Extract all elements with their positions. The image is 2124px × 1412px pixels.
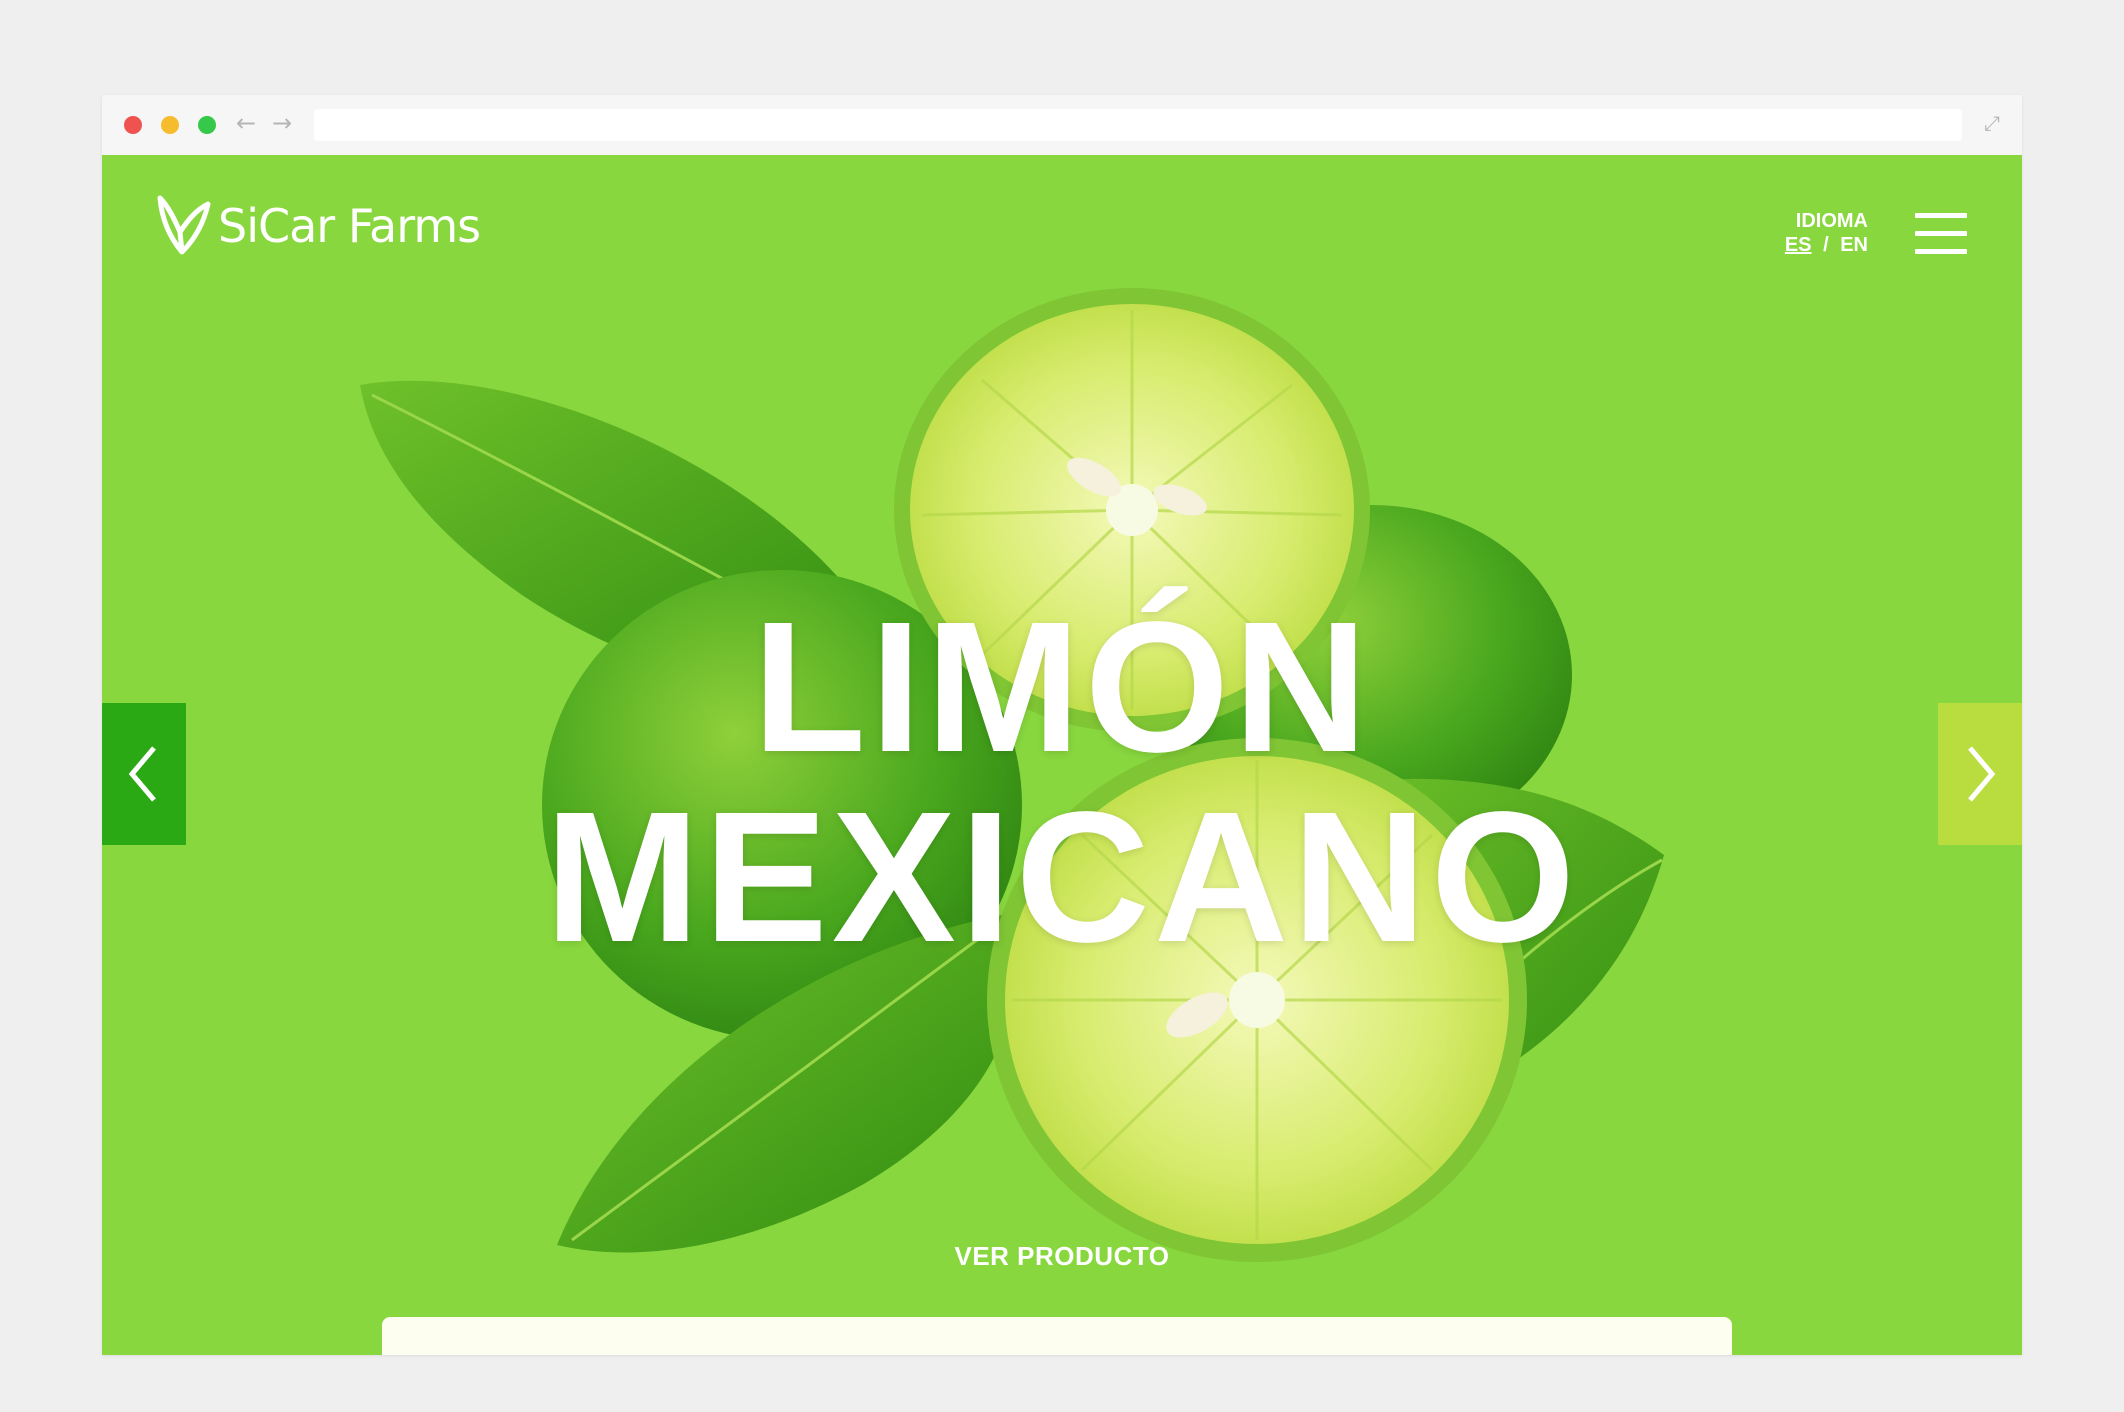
- chevron-left-icon: [128, 746, 156, 802]
- view-product-link[interactable]: VER PRODUCTO: [102, 1241, 2022, 1272]
- browser-window: ← → ⤢ SiCar Farms IDIOMA ES / EN LIMÓN M…: [102, 95, 2022, 1355]
- hero-title-line1: LIMÓN: [752, 584, 1372, 791]
- website-hero: SiCar Farms IDIOMA ES / EN LIMÓN MEXICAN…: [102, 155, 2022, 1355]
- chevron-right-icon: [1968, 746, 1996, 802]
- brand-name: SiCar Farms: [218, 199, 481, 253]
- carousel-next-button[interactable]: [1938, 703, 2022, 845]
- hamburger-icon[interactable]: [1915, 213, 1967, 255]
- maximize-window-button[interactable]: [198, 116, 216, 134]
- logo[interactable]: SiCar Farms: [150, 191, 481, 261]
- leaf-logo-icon: [157, 195, 211, 255]
- address-bar[interactable]: [314, 109, 1962, 141]
- content-panel: [382, 1317, 1732, 1355]
- browser-chrome: ← → ⤢: [102, 95, 2022, 155]
- language-separator: /: [1823, 234, 1829, 256]
- close-window-button[interactable]: [124, 116, 142, 134]
- language-es-link[interactable]: ES: [1785, 234, 1812, 256]
- expand-icon[interactable]: ⤢: [1980, 111, 2004, 135]
- arrow-left-icon[interactable]: ←: [234, 109, 258, 137]
- language-selector: IDIOMA ES / EN: [1785, 209, 1868, 257]
- arrow-right-icon[interactable]: →: [270, 109, 294, 137]
- minimize-window-button[interactable]: [161, 116, 179, 134]
- language-en-link[interactable]: EN: [1840, 234, 1868, 256]
- hero-title-line2: MEXICANO: [544, 774, 1580, 981]
- language-label: IDIOMA: [1795, 210, 1868, 232]
- carousel-prev-button[interactable]: [102, 703, 186, 845]
